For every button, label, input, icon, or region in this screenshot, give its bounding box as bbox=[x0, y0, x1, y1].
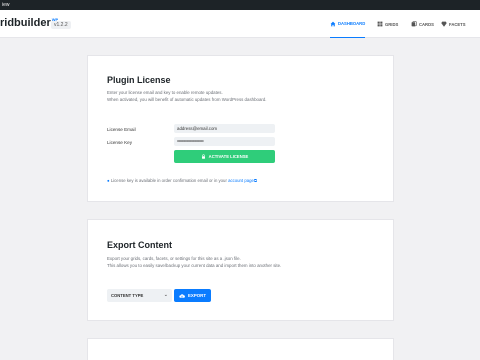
export-button[interactable]: EXPORT bbox=[174, 289, 211, 302]
next-section-card bbox=[87, 338, 394, 360]
license-description-line-1: Enter your license email and key to enab… bbox=[107, 90, 223, 95]
cards-icon bbox=[411, 21, 417, 27]
export-description-line-1: Export your grids, cards, facets, or set… bbox=[107, 256, 241, 261]
account-page-link[interactable]: account page bbox=[228, 178, 254, 183]
license-email-label: License Email bbox=[107, 127, 136, 132]
activate-license-button[interactable]: ACTIVATE LICENSE bbox=[174, 150, 275, 163]
tab-dashboard-label: DASHBOARD bbox=[338, 21, 366, 26]
activate-license-label: ACTIVATE LICENSE bbox=[208, 154, 249, 159]
lock-icon bbox=[201, 154, 205, 159]
license-description-line-2: When activated, you will benefit of auto… bbox=[107, 97, 267, 102]
license-key-field[interactable]: •••••••••••••••••••••••••••••••••••• bbox=[174, 137, 275, 146]
wp-admin-bar-label[interactable]: iew bbox=[2, 2, 10, 8]
license-email-field[interactable]: address@email.com bbox=[174, 124, 275, 133]
diamond-icon bbox=[441, 21, 447, 27]
export-description-line-2: This allows you to easily save/backup yo… bbox=[107, 263, 282, 268]
export-card: Export Content Export your grids, cards,… bbox=[87, 219, 394, 321]
info-bullet-icon: ● bbox=[107, 178, 110, 183]
version-badge: v1.2.2 bbox=[51, 21, 71, 29]
content-type-select[interactable]: CONTENT TYPE ⌄ bbox=[107, 289, 172, 302]
license-note: ● License key is available in order conf… bbox=[107, 178, 257, 183]
tab-dashboard[interactable]: DASHBOARD bbox=[330, 10, 366, 38]
tab-cards[interactable]: CARDS bbox=[411, 10, 434, 38]
tab-cards-label: CARDS bbox=[419, 21, 434, 27]
chevron-down-icon: ⌄ bbox=[163, 292, 168, 298]
cloud-download-icon bbox=[179, 293, 185, 298]
logo[interactable]: ridbuilderWP bbox=[0, 17, 58, 29]
license-title: Plugin License bbox=[107, 75, 171, 85]
home-icon bbox=[330, 21, 336, 26]
tab-grids-label: GRIDS bbox=[385, 21, 399, 27]
wp-admin-bar: iew bbox=[0, 0, 480, 10]
tab-facets[interactable]: FACETS bbox=[441, 10, 466, 38]
license-note-text: License key is available in order confir… bbox=[110, 178, 229, 183]
export-button-label: EXPORT bbox=[187, 293, 207, 298]
license-key-label: License Key bbox=[107, 140, 133, 145]
tab-grids[interactable]: GRIDS bbox=[377, 10, 398, 38]
export-title: Export Content bbox=[107, 240, 172, 250]
external-link-icon: ⧉ bbox=[253, 178, 257, 183]
logo-text: ridbuilder bbox=[0, 17, 51, 29]
tab-facets-label: FACETS bbox=[449, 21, 466, 27]
plugin-header: ridbuilderWP v1.2.2 DASHBOARD GRIDS CARD… bbox=[0, 10, 480, 38]
content-type-select-value: CONTENT TYPE bbox=[111, 293, 144, 298]
grid-icon bbox=[377, 21, 383, 27]
license-card: Plugin License Enter your license email … bbox=[87, 55, 394, 202]
